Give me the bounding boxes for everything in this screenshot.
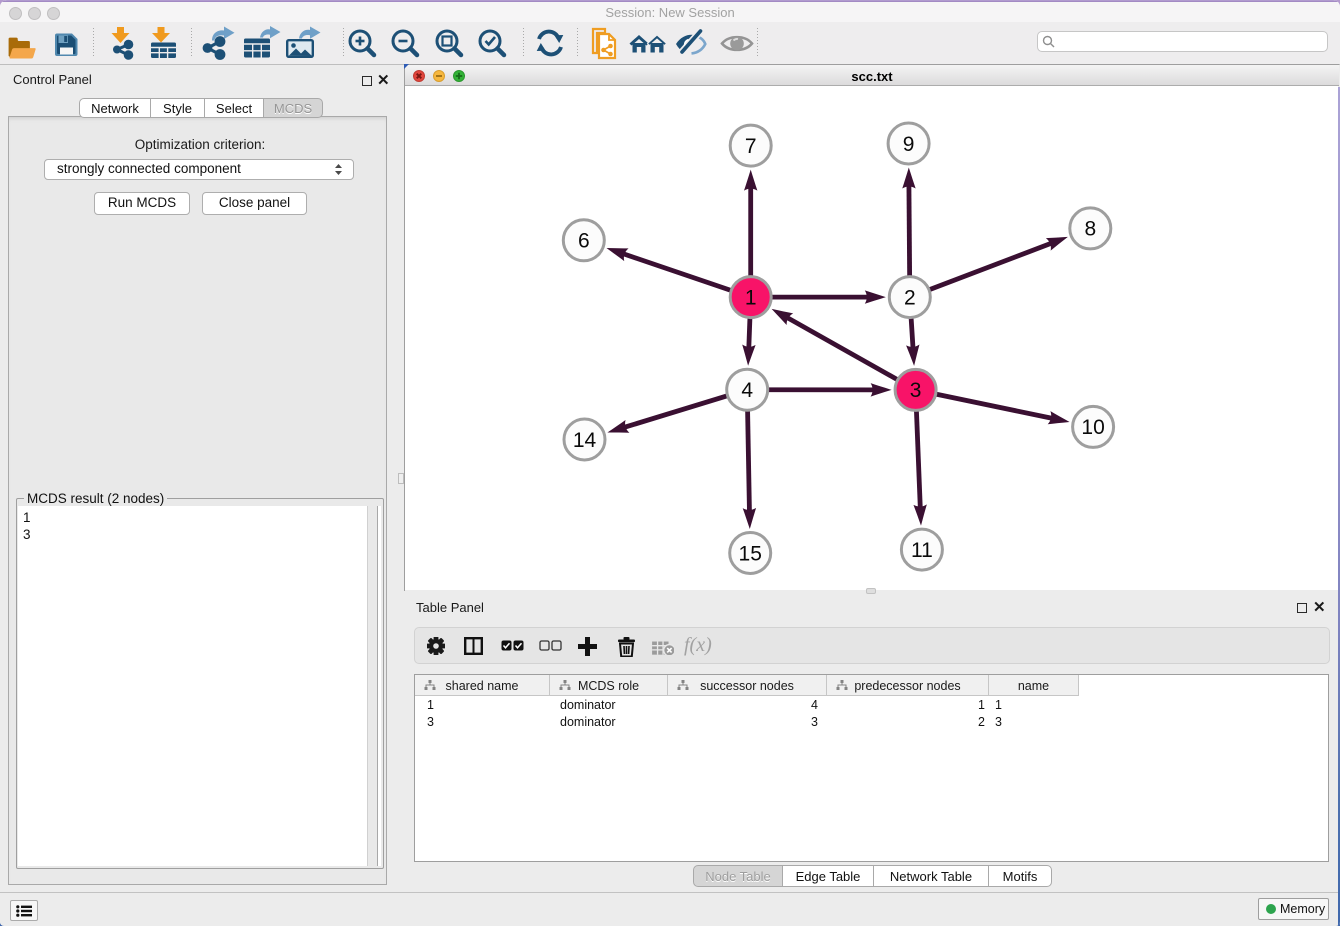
svg-text:15: 15 — [739, 542, 762, 565]
svg-text:6: 6 — [578, 230, 590, 253]
svg-text:1: 1 — [745, 286, 757, 309]
svg-text:2: 2 — [904, 286, 916, 309]
svg-text:9: 9 — [903, 133, 915, 156]
svg-text:14: 14 — [573, 429, 597, 452]
svg-text:7: 7 — [745, 135, 757, 158]
svg-text:8: 8 — [1084, 218, 1096, 241]
svg-text:3: 3 — [910, 379, 922, 402]
svg-text:11: 11 — [911, 539, 933, 562]
svg-text:10: 10 — [1081, 416, 1104, 439]
svg-text:4: 4 — [741, 379, 753, 402]
